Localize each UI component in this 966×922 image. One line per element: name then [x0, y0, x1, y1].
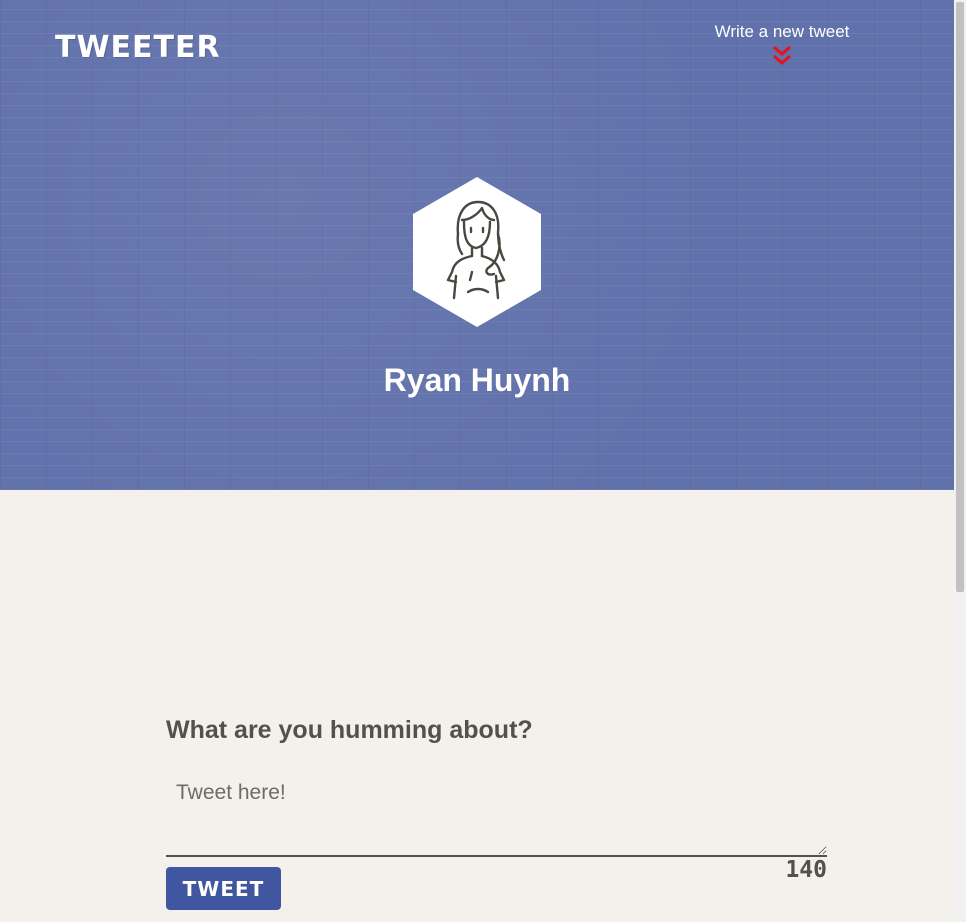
- composer-footer: TWEET 140: [166, 857, 827, 910]
- profile-name: Ryan Huynh: [383, 362, 571, 398]
- tweet-submit-button[interactable]: TWEET: [166, 867, 281, 910]
- write-new-tweet-label[interactable]: Write a new tweet: [700, 22, 864, 42]
- character-counter: 140: [785, 857, 827, 883]
- scrollbar-thumb[interactable]: [956, 2, 964, 592]
- tweet-text-input[interactable]: [166, 775, 827, 857]
- top-nav: TWEETER Write a new tweet: [0, 0, 954, 90]
- profile-header: Ryan Huynh: [0, 176, 954, 399]
- new-tweet-section: What are you humming about? TWEET 140: [166, 716, 827, 910]
- write-new-tweet-toggle[interactable]: Write a new tweet: [700, 22, 864, 68]
- profile-banner: TWEETER Write a new tweet Ryan Huynh: [0, 0, 954, 490]
- person-avatar-icon: [413, 177, 541, 327]
- vertical-scrollbar[interactable]: [954, 0, 966, 922]
- double-chevron-down-icon[interactable]: [771, 44, 793, 68]
- app-logo[interactable]: TWEETER: [55, 30, 221, 65]
- compose-heading: What are you humming about?: [166, 716, 533, 744]
- new-tweet-form: TWEET 140: [166, 775, 827, 910]
